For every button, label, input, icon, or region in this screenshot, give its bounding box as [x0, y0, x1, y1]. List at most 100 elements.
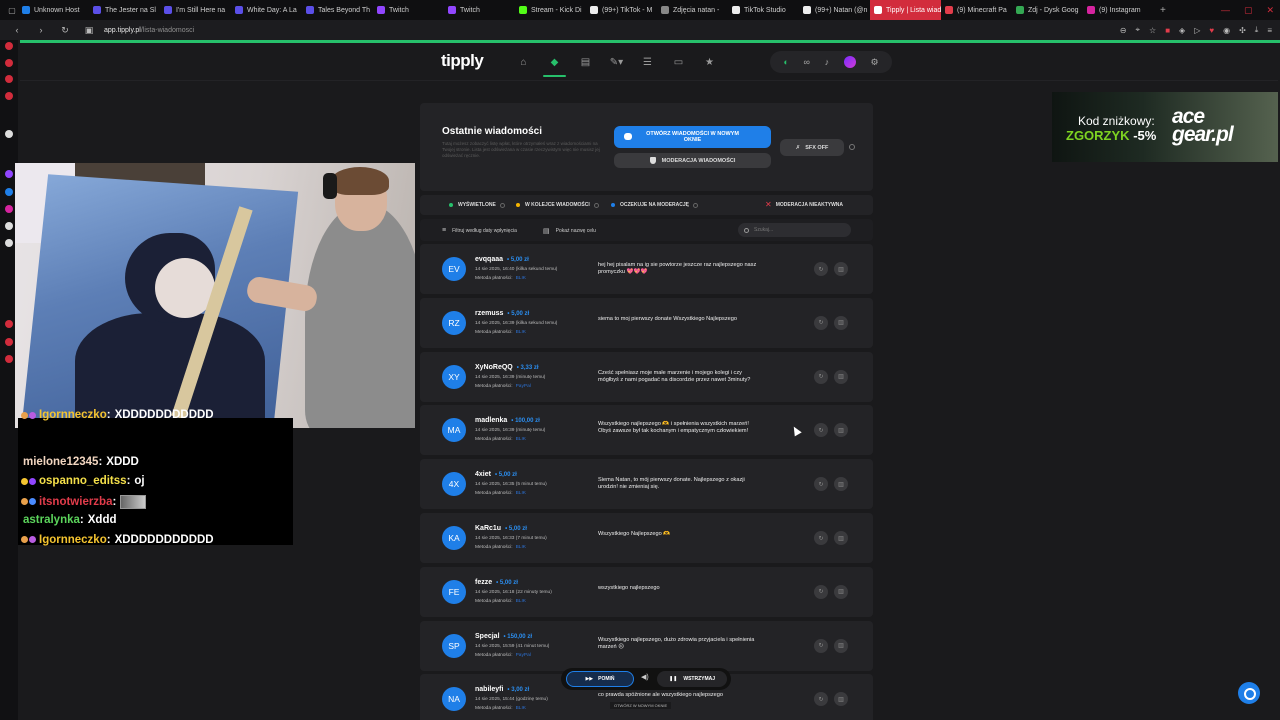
- delete-icon[interactable]: ▥: [834, 262, 848, 276]
- delete-icon[interactable]: ▥: [834, 531, 848, 545]
- chat-username[interactable]: itsnotwierzba: [39, 496, 112, 508]
- browser-tab[interactable]: (99+) Natan (@n: [799, 0, 870, 20]
- donor-name[interactable]: madlenka: [475, 417, 507, 424]
- sidebar-app-icon[interactable]: [5, 75, 13, 83]
- browser-tab[interactable]: Twitch: [444, 0, 515, 20]
- bell-icon[interactable]: ♪: [825, 57, 830, 67]
- donor-name[interactable]: 4xiet: [475, 471, 491, 478]
- messages-nav-icon[interactable]: ◆: [539, 43, 570, 81]
- browser-tab[interactable]: (99+) TikTok - M: [586, 0, 657, 20]
- search-input[interactable]: Szukaj...: [738, 223, 851, 237]
- browser-tab[interactable]: Zdj - Dysk Goog: [1012, 0, 1083, 20]
- chat-username[interactable]: Igornneczko: [39, 409, 107, 421]
- url-field[interactable]: app.tipply.pl/lista-wiadomosci: [104, 27, 194, 34]
- sidebar-app-icon[interactable]: [5, 355, 13, 363]
- calendar-icon[interactable]: ▭: [663, 43, 694, 81]
- delete-icon[interactable]: ▥: [834, 369, 848, 384]
- stats-icon[interactable]: ☰: [632, 43, 663, 81]
- sfx-toggle-button[interactable]: ✗ SFX OFF: [780, 139, 844, 156]
- sidebar-app-icon[interactable]: [5, 188, 13, 196]
- replay-icon[interactable]: ↻: [814, 477, 828, 492]
- delete-icon[interactable]: ▥: [834, 584, 848, 599]
- delete-icon[interactable]: ▥: [834, 423, 848, 438]
- pause-button[interactable]: ❚❚ WSTRZYMAJ: [657, 671, 727, 687]
- open-messages-window-button[interactable]: OTWÓRZ WIADOMOŚCI W NOWYM OKNIE: [614, 126, 771, 148]
- browser-tab[interactable]: I'm Still Here na: [160, 0, 231, 20]
- status-icon[interactable]: ◐: [783, 57, 788, 67]
- donor-name[interactable]: evqqaaa: [475, 256, 503, 263]
- donor-name[interactable]: rzemuss: [475, 310, 503, 317]
- donor-name[interactable]: nabileyfi: [475, 686, 503, 693]
- delete-icon[interactable]: ▥: [834, 692, 848, 707]
- workspace-icon[interactable]: ▢: [6, 6, 18, 15]
- download-icon[interactable]: ⤓: [1255, 25, 1259, 35]
- sidebar-app-icon[interactable]: [5, 320, 13, 328]
- delete-icon[interactable]: ▥: [834, 638, 848, 653]
- browser-tab[interactable]: Tales Beyond Th: [302, 0, 373, 20]
- browser-tab[interactable]: White Day: A La: [231, 0, 302, 20]
- play-icon[interactable]: ▷: [1194, 26, 1200, 35]
- delete-icon[interactable]: ▥: [834, 477, 848, 492]
- browser-tab[interactable]: (9) Instagram: [1083, 0, 1154, 20]
- new-tab-icon[interactable]: +: [1160, 5, 1166, 16]
- sidebar-app-icon[interactable]: [5, 92, 13, 100]
- extension-icon[interactable]: ■: [1165, 26, 1170, 35]
- sidebar-app-icon[interactable]: [5, 205, 13, 213]
- sidebar-app-icon[interactable]: [5, 239, 13, 247]
- puzzle-icon[interactable]: ✣: [1239, 26, 1246, 35]
- camera-icon[interactable]: ◉: [1223, 26, 1230, 35]
- browser-tab[interactable]: The Jester na Sl: [89, 0, 160, 20]
- browser-tab[interactable]: Zdjęcia natan -: [657, 0, 728, 20]
- browser-tab[interactable]: Unknown Host: [18, 0, 89, 20]
- replay-icon[interactable]: ↻: [814, 584, 828, 599]
- replay-icon[interactable]: ↻: [814, 423, 828, 438]
- minimize-icon[interactable]: —: [1221, 5, 1230, 15]
- sidebar-app-icon[interactable]: [5, 170, 13, 178]
- donor-name[interactable]: KaRc1u: [475, 525, 501, 532]
- help-chat-button[interactable]: [1238, 682, 1260, 704]
- zoom-icon[interactable]: ⊖: [1120, 26, 1127, 35]
- message-moderation-button[interactable]: MODERACJA WIADOMOŚCI: [614, 153, 771, 168]
- delete-icon[interactable]: ▥: [834, 315, 848, 330]
- browser-tab[interactable]: Stream - Kick Di: [515, 0, 586, 20]
- settings-icon[interactable]: ⚙: [871, 57, 879, 68]
- date-filter[interactable]: ≡ Filtruj według daty wpłynięcia: [442, 227, 517, 234]
- forward-icon[interactable]: ›: [34, 25, 48, 35]
- chat-username[interactable]: mielone12345: [23, 456, 98, 468]
- link-icon[interactable]: ∞: [803, 57, 809, 67]
- maximize-icon[interactable]: ▢: [1244, 5, 1253, 16]
- chat-username[interactable]: ospanno_editss: [39, 475, 127, 487]
- star-icon[interactable]: ★: [694, 43, 725, 81]
- sidebar-app-icon[interactable]: [5, 42, 13, 50]
- browser-tab[interactable]: Twitch: [373, 0, 444, 20]
- show-goal-toggle[interactable]: ▤ Pokaż nazwę celu: [543, 227, 596, 235]
- open-new-window-link[interactable]: OTWÓRZ W NOWYM OKNIE: [610, 702, 672, 709]
- chat-username[interactable]: astralynka: [23, 514, 80, 526]
- sidebar-app-icon[interactable]: [5, 130, 13, 138]
- edit-icon[interactable]: ✎▾: [601, 43, 632, 81]
- volume-icon[interactable]: ◀): [641, 673, 649, 681]
- heart-icon[interactable]: ♥: [1209, 26, 1214, 35]
- chat-username[interactable]: Igornneczko: [39, 534, 107, 546]
- replay-icon[interactable]: ↻: [814, 315, 828, 330]
- pin-icon[interactable]: ⌖: [1136, 25, 1141, 35]
- replay-icon[interactable]: ↻: [814, 262, 828, 276]
- close-window-icon[interactable]: ✕: [1266, 5, 1274, 16]
- sidebar-app-icon[interactable]: [5, 59, 13, 67]
- sidebar-app-icon[interactable]: [5, 222, 13, 230]
- browser-tab[interactable]: (9) Minecraft Pa: [941, 0, 1012, 20]
- donor-name[interactable]: fezze: [475, 579, 492, 586]
- browser-tab[interactable]: Tipply | Lista wiadomości: [870, 0, 941, 20]
- info-icon[interactable]: [849, 144, 855, 150]
- wallet-icon[interactable]: ▤: [570, 43, 601, 81]
- replay-icon[interactable]: ↻: [814, 692, 828, 707]
- donor-name[interactable]: Specjal: [475, 633, 500, 640]
- replay-icon[interactable]: ↻: [814, 638, 828, 653]
- skip-button[interactable]: ▶▶ POMIŃ: [566, 671, 634, 687]
- browser-tab[interactable]: TikTok Studio: [728, 0, 799, 20]
- menu-icon[interactable]: ≡: [1267, 26, 1272, 35]
- home-icon[interactable]: ⌂: [508, 43, 539, 81]
- reload-icon[interactable]: ↻: [58, 25, 72, 36]
- donor-name[interactable]: XyNoReQQ: [475, 364, 513, 371]
- shield-icon[interactable]: ◈: [1179, 26, 1185, 35]
